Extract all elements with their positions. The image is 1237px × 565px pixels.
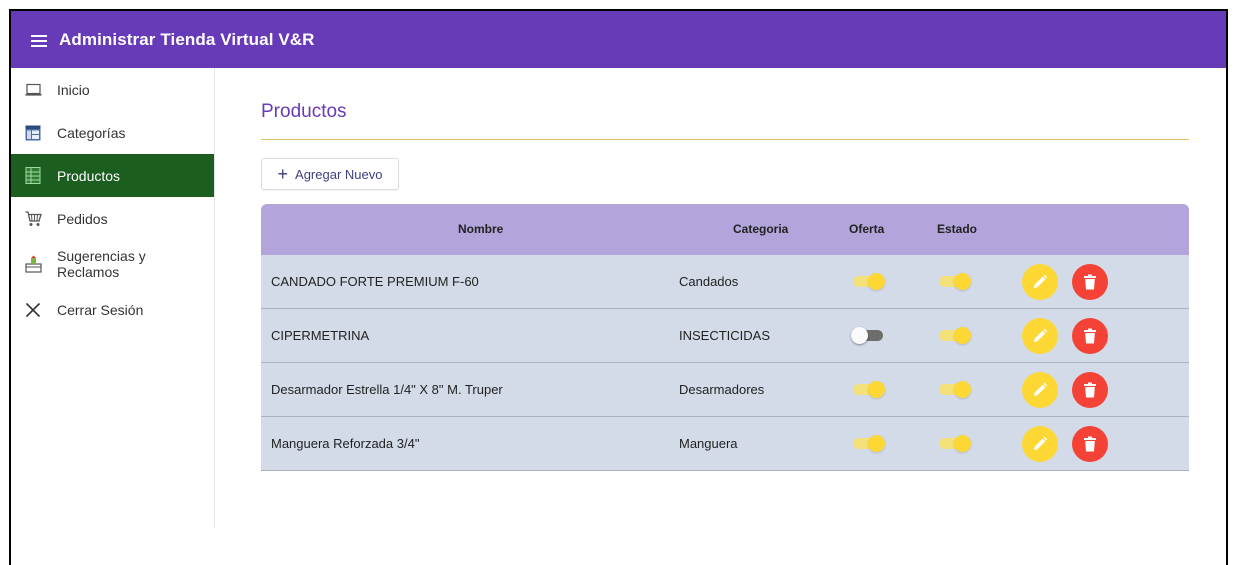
sidebar-item-label: Productos bbox=[57, 167, 121, 184]
sidebar-item-label: Inicio bbox=[57, 81, 90, 98]
sidebar-item-sugerencias[interactable]: Sugerencias y Reclamos bbox=[11, 240, 214, 288]
delete-button[interactable] bbox=[1072, 372, 1108, 408]
product-name: CANDADO FORTE PREMIUM F-60 bbox=[271, 274, 479, 289]
laptop-icon bbox=[23, 80, 43, 100]
pencil-icon bbox=[1034, 274, 1048, 288]
product-name: Manguera Reforzada 3/4" bbox=[271, 436, 420, 451]
pencil-icon bbox=[1034, 328, 1048, 342]
trash-icon bbox=[1084, 274, 1096, 290]
add-new-button[interactable]: + Agregar Nuevo bbox=[261, 158, 399, 190]
column-header-estado[interactable]: Estado bbox=[937, 222, 977, 236]
sidebar-item-label: Sugerencias y Reclamos bbox=[57, 248, 146, 280]
app-toolbar: Administrar Tienda Virtual V&R bbox=[11, 11, 1226, 68]
status-toggle[interactable] bbox=[937, 435, 971, 452]
status-toggle[interactable] bbox=[937, 273, 971, 290]
app-window: Administrar Tienda Virtual V&R Inicio Ca… bbox=[9, 9, 1228, 565]
plus-icon: + bbox=[277, 164, 289, 184]
table-header: Nombre Categoria Oferta Estado bbox=[261, 204, 1189, 255]
menu-icon[interactable] bbox=[31, 33, 49, 47]
title-divider bbox=[261, 139, 1189, 140]
pencil-icon bbox=[1034, 436, 1048, 450]
cart-icon bbox=[23, 209, 43, 229]
edit-button[interactable] bbox=[1022, 372, 1058, 408]
table-row: Desarmador Estrella 1/4" X 8" M. Truper … bbox=[261, 363, 1189, 417]
table-body: CANDADO FORTE PREMIUM F-60 Candados CIPE… bbox=[261, 255, 1189, 471]
trash-icon bbox=[1084, 436, 1096, 452]
product-category: Candados bbox=[679, 274, 739, 289]
delete-button[interactable] bbox=[1072, 426, 1108, 462]
offer-toggle[interactable] bbox=[851, 273, 885, 290]
status-toggle[interactable] bbox=[937, 381, 971, 398]
trash-icon bbox=[1084, 328, 1096, 344]
close-icon bbox=[23, 300, 43, 320]
sidebar-item-pedidos[interactable]: Pedidos bbox=[11, 197, 214, 240]
sidebar-item-label: Pedidos bbox=[57, 210, 108, 227]
edit-button[interactable] bbox=[1022, 264, 1058, 300]
main-content: Productos + Agregar Nuevo Nombre Categor… bbox=[261, 68, 1191, 538]
products-table: Nombre Categoria Oferta Estado CANDADO F… bbox=[261, 204, 1189, 471]
trash-icon bbox=[1084, 382, 1096, 398]
pencil-icon bbox=[1034, 382, 1048, 396]
product-name: CIPERMETRINA bbox=[271, 328, 370, 343]
column-header-nombre[interactable]: Nombre bbox=[458, 222, 503, 236]
product-category: INSECTICIDAS bbox=[679, 328, 771, 343]
edit-button[interactable] bbox=[1022, 426, 1058, 462]
column-header-oferta[interactable]: Oferta bbox=[849, 222, 884, 236]
offer-toggle[interactable] bbox=[851, 435, 885, 452]
edit-button[interactable] bbox=[1022, 318, 1058, 354]
page-title: Productos bbox=[261, 101, 347, 122]
product-category: Desarmadores bbox=[679, 382, 765, 397]
column-header-categoria[interactable]: Categoria bbox=[733, 222, 788, 236]
delete-button[interactable] bbox=[1072, 264, 1108, 300]
spreadsheet-icon bbox=[23, 166, 43, 186]
sidebar-item-categorias[interactable]: Categorías bbox=[11, 111, 214, 154]
table-icon bbox=[23, 123, 43, 143]
table-row: CANDADO FORTE PREMIUM F-60 Candados bbox=[261, 255, 1189, 309]
add-new-label: Agregar Nuevo bbox=[295, 166, 383, 182]
mailbox-icon bbox=[23, 254, 43, 274]
sidebar-item-inicio[interactable]: Inicio bbox=[11, 68, 214, 111]
table-row: CIPERMETRINA INSECTICIDAS bbox=[261, 309, 1189, 363]
app-title: Administrar Tienda Virtual V&R bbox=[59, 29, 315, 49]
product-name: Desarmador Estrella 1/4" X 8" M. Truper bbox=[271, 382, 503, 397]
product-category: Manguera bbox=[679, 436, 738, 451]
sidebar-item-productos[interactable]: Productos bbox=[11, 154, 214, 197]
offer-toggle[interactable] bbox=[851, 327, 885, 344]
delete-button[interactable] bbox=[1072, 318, 1108, 354]
sidebar-item-cerrar-sesion[interactable]: Cerrar Sesión bbox=[11, 288, 214, 331]
sidebar-item-label: Categorías bbox=[57, 124, 126, 141]
table-row: Manguera Reforzada 3/4" Manguera bbox=[261, 417, 1189, 471]
offer-toggle[interactable] bbox=[851, 381, 885, 398]
sidebar-item-label: Cerrar Sesión bbox=[57, 301, 144, 318]
status-toggle[interactable] bbox=[937, 327, 971, 344]
sidebar: Inicio Categorías Productos Pedidos Suge… bbox=[11, 68, 215, 528]
